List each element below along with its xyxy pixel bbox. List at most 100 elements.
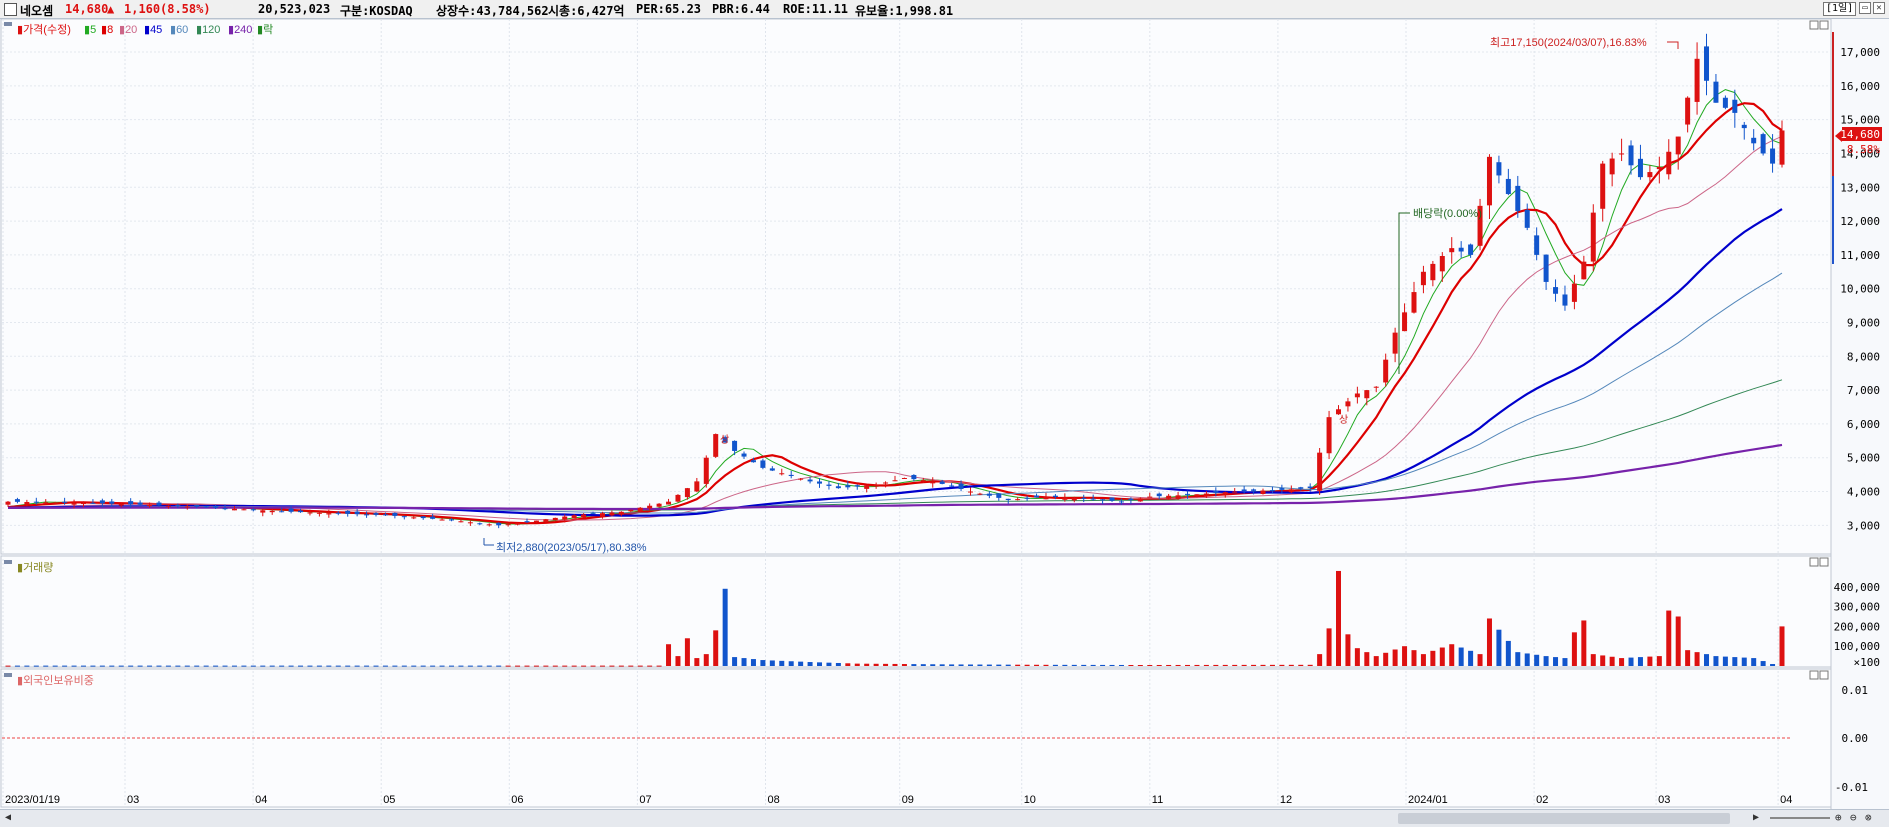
legend-ma45: ▮45 (144, 24, 162, 36)
volume-panel-max-icon[interactable] (1809, 557, 1819, 567)
volume-bar (854, 663, 860, 666)
volume-bar (1392, 649, 1398, 666)
x-tick-label: 10 (1024, 794, 1036, 806)
volume-bar (364, 665, 370, 667)
volume-bar (1534, 654, 1540, 666)
current-price: 14,680 (65, 2, 109, 16)
scroll-right-icon[interactable]: ▶ (1753, 812, 1759, 823)
volume-bar (826, 662, 832, 666)
zoom-out-icon[interactable]: ⊖ (1850, 811, 1857, 824)
volume-bar (316, 665, 322, 667)
volume-bar (581, 665, 587, 667)
volume-bar (1298, 664, 1304, 666)
volume-bar (99, 665, 105, 667)
x-tick-label: 06 (511, 794, 523, 806)
period-selector[interactable]: [1일] (1823, 2, 1857, 16)
volume-bar (411, 665, 417, 667)
volume-bar (1760, 661, 1766, 666)
pbr-value: PBR:6.44 (712, 2, 770, 16)
volume-bar (1137, 665, 1143, 667)
volume-bar (1081, 664, 1087, 666)
legend-ma120: ▮120 (196, 24, 220, 36)
volume-bar (1590, 654, 1596, 666)
volume-bar (590, 665, 596, 667)
zoom-in-icon[interactable]: ⊕ (1835, 811, 1842, 824)
scroll-thumb[interactable] (1398, 813, 1730, 824)
volume-bar (1741, 657, 1747, 666)
volume-bar (345, 665, 351, 667)
candle (703, 455, 709, 488)
volume-bar (1420, 654, 1426, 666)
volume-bar (118, 665, 124, 667)
price-tag-pct: 8.58% (1847, 143, 1880, 156)
volume-bar (817, 662, 823, 666)
price-change-pct: (8.58%) (160, 2, 211, 16)
price-range-bar-low (1832, 176, 1834, 264)
volume-bar (458, 665, 464, 667)
volume-bar (109, 665, 115, 667)
zoom-fit-icon[interactable]: ⊗ (1865, 811, 1872, 824)
volume-bar (1704, 654, 1710, 666)
volume-bar (533, 665, 539, 667)
per-value: PER:65.23 (636, 2, 702, 16)
volume-bar (184, 665, 190, 667)
volume-bar (1505, 640, 1511, 666)
volume-bar (788, 661, 794, 666)
scroll-left-icon[interactable]: ◀ (5, 812, 11, 823)
candle (675, 494, 681, 503)
volume-bar (1666, 610, 1672, 666)
volume-bar (515, 665, 521, 667)
legend-ma8: ▮8 (101, 24, 113, 36)
volume-bar (392, 665, 398, 667)
y-tick-label: 5,000 (1847, 452, 1880, 465)
minimize-icon[interactable]: ▭ (1859, 2, 1871, 14)
legend-ma240: ▮240 (228, 24, 252, 36)
market-cap: 시총:6,427억 (548, 4, 625, 18)
volume-bar (769, 660, 775, 666)
volume-bar (14, 665, 20, 667)
volume-bar (713, 630, 719, 666)
volume-menu-icon[interactable] (4, 560, 12, 564)
volume-bar (1411, 650, 1417, 666)
stock-chart[interactable]: 3,000 4,000 5,000 6,000 7,000 8,000 9,000 10,00… (0, 19, 1889, 809)
high-annotation: 최고17,150(2024/03/07),16.83% (1490, 36, 1647, 49)
volume-bar (62, 665, 68, 667)
volume-bar (1034, 664, 1040, 666)
volume-bar (1156, 664, 1162, 666)
candle (1326, 410, 1332, 460)
volume-bar (1486, 618, 1492, 666)
volume-bar (1619, 658, 1625, 666)
y-tick-label: 16,000 (1840, 80, 1880, 93)
price-panel-close-icon[interactable] (1819, 20, 1829, 30)
volume-bar (1732, 657, 1738, 666)
volume-bar (807, 662, 813, 666)
price-panel-max-icon[interactable] (1809, 20, 1819, 30)
volume-bar (1166, 664, 1172, 666)
foreign-menu-icon[interactable] (4, 673, 12, 677)
foreign-panel-close-icon[interactable] (1819, 670, 1829, 680)
volume-bar (147, 665, 153, 667)
volume-panel-close-icon[interactable] (1819, 557, 1829, 567)
volume-bar (1005, 664, 1011, 666)
close-icon[interactable]: ✕ (1873, 2, 1885, 14)
volume-bar (420, 665, 426, 667)
x-tick-label: 09 (902, 794, 914, 806)
panel-menu-icon[interactable] (4, 22, 12, 26)
volume-bar (1024, 664, 1030, 666)
window-icon[interactable] (4, 3, 17, 16)
volume-bar (231, 665, 237, 667)
candle (552, 517, 558, 521)
volume-bar (1052, 664, 1058, 666)
candle (1477, 198, 1483, 251)
foreign-panel-max-icon[interactable] (1809, 670, 1819, 680)
volume-bar (307, 665, 313, 667)
scroll-bar[interactable]: ◀ ▶ ⊕ ⊖ ⊗ (0, 809, 1889, 827)
volume-bar (628, 665, 634, 667)
volume-bar (864, 663, 870, 666)
volume-bar (694, 658, 700, 666)
zoom-slider[interactable] (1770, 817, 1830, 819)
legend-ma5: ▮5 (84, 24, 96, 36)
volume-bar (1373, 656, 1379, 666)
volume-bar (920, 664, 926, 666)
low-annotation: 최저2,880(2023/05/17),80.38% (496, 541, 647, 554)
